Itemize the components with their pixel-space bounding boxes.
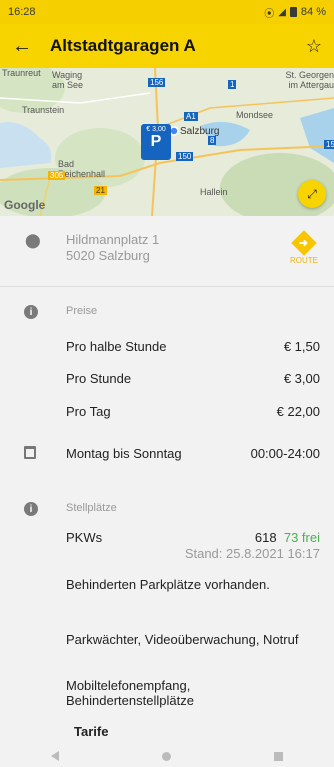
price-value: € 22,00 — [276, 404, 320, 419]
vehicle-type: PKWs — [66, 530, 103, 545]
nav-recents-button[interactable] — [273, 751, 283, 761]
tarife-heading: Tarife — [74, 724, 109, 739]
status-bar: 16:28 ⦿ ◢ 84 % — [0, 0, 334, 24]
road-badge: A1 — [184, 112, 198, 121]
parking-marker[interactable]: € 3,00 P — [141, 124, 171, 160]
route-icon: ➜ — [291, 230, 317, 256]
spaces-stand-row: Stand: 25.8.2021 16:17 — [66, 546, 320, 561]
price-label: Pro Tag — [66, 404, 111, 419]
spaces-row: PKWs 618 73 frei — [66, 530, 320, 545]
google-logo: Google — [4, 198, 46, 212]
price-label: Pro Stunde — [66, 371, 132, 386]
nav-home-button[interactable] — [161, 751, 171, 761]
location-pin-icon: ⬤ — [25, 232, 41, 248]
prices-header: Preise — [66, 305, 98, 317]
star-icon: ☆ — [305, 35, 323, 56]
favorite-button[interactable]: ☆ — [294, 24, 334, 68]
spaces-header: Stellplätze — [66, 502, 117, 514]
marker-price: € 3,00 — [146, 126, 166, 133]
address-street: Hildmannplatz 1 — [66, 232, 160, 247]
road-badge: 305 — [48, 171, 66, 180]
price-value: € 1,50 — [283, 339, 320, 354]
spaces-stand: Stand: 25.8.2021 16:17 — [184, 546, 320, 561]
info-line: Behinderten Parkplätze vorhanden. — [66, 577, 270, 592]
hours-label: Montag bis Sonntag — [66, 446, 182, 461]
map-label-traunreut: Traunreut — [2, 68, 41, 78]
status-icons: ⦿ ◢ 84 % — [264, 5, 326, 20]
status-time: 16:28 — [8, 6, 36, 18]
map-view[interactable]: Traunreut Waging am See St. Georgen im A… — [0, 68, 334, 216]
route-label: ROUTE — [290, 256, 318, 265]
map-label-hallein: Hallein — [200, 187, 228, 197]
address: Hildmannplatz 1 5020 Salzburg — [66, 232, 286, 264]
map-label-st-georgen: St. Georgen im Attergau — [285, 70, 334, 90]
parking-icon: P — [150, 133, 162, 150]
price-label: Pro halbe Stunde — [66, 339, 167, 354]
road-badge: 150 — [176, 152, 194, 161]
price-row: Pro Tag € 22,00 — [66, 404, 320, 419]
info-icon: i — [24, 305, 38, 319]
calendar-icon — [24, 446, 36, 459]
spaces-free: 73 frei — [283, 530, 320, 545]
nav-back-button[interactable] — [51, 751, 60, 761]
road-badge: 8 — [208, 136, 217, 145]
battery-icon — [289, 7, 297, 17]
battery-level: 84 % — [300, 6, 326, 18]
price-value: € 3,00 — [283, 371, 320, 386]
address-city: 5020 Salzburg — [66, 248, 150, 263]
info-line: Mobiltelefonempfang, Behindertenstellplä… — [66, 678, 194, 708]
back-button[interactable]: ← — [0, 24, 44, 68]
page-title: Altstadtgaragen A — [50, 36, 196, 55]
divider — [0, 286, 334, 287]
road-badge: 15 — [324, 140, 334, 149]
map-label-mondsee: Mondsee — [236, 110, 274, 120]
info-line: Parkwächter, Videoüberwachung, Notruf — [66, 632, 299, 647]
road-badge: 21 — [94, 186, 107, 195]
back-arrow-icon: ← — [12, 34, 32, 57]
spaces-counts: 618 73 frei — [255, 530, 320, 545]
road-badge: 1 — [228, 80, 237, 89]
map-label-traunstein: Traunstein — [22, 105, 65, 115]
map-label-bad-reichenhall: Bad Reichenhall — [58, 159, 106, 179]
opening-hours: Montag bis Sonntag 00:00-24:00 — [66, 446, 320, 461]
hours-value: 00:00-24:00 — [250, 446, 320, 461]
map-label-waging: Waging am See — [52, 70, 84, 90]
info-icon: i — [24, 502, 38, 516]
location-icon: ⦿ — [264, 8, 275, 20]
price-row: Pro halbe Stunde € 1,50 — [66, 339, 320, 354]
wifi-signal-icon: ◢ — [278, 6, 286, 18]
spaces-total: 618 — [254, 530, 277, 545]
expand-map-button[interactable]: ⤢ — [298, 180, 326, 208]
expand-icon: ⤢ — [307, 186, 317, 201]
price-row: Pro Stunde € 3,00 — [66, 371, 320, 386]
system-nav-bar — [0, 745, 334, 767]
road-badge: 156 — [148, 78, 166, 87]
route-button[interactable]: ➜ ROUTE — [286, 230, 322, 272]
app-bar: ← Altstadtgaragen A ☆ — [0, 24, 334, 68]
